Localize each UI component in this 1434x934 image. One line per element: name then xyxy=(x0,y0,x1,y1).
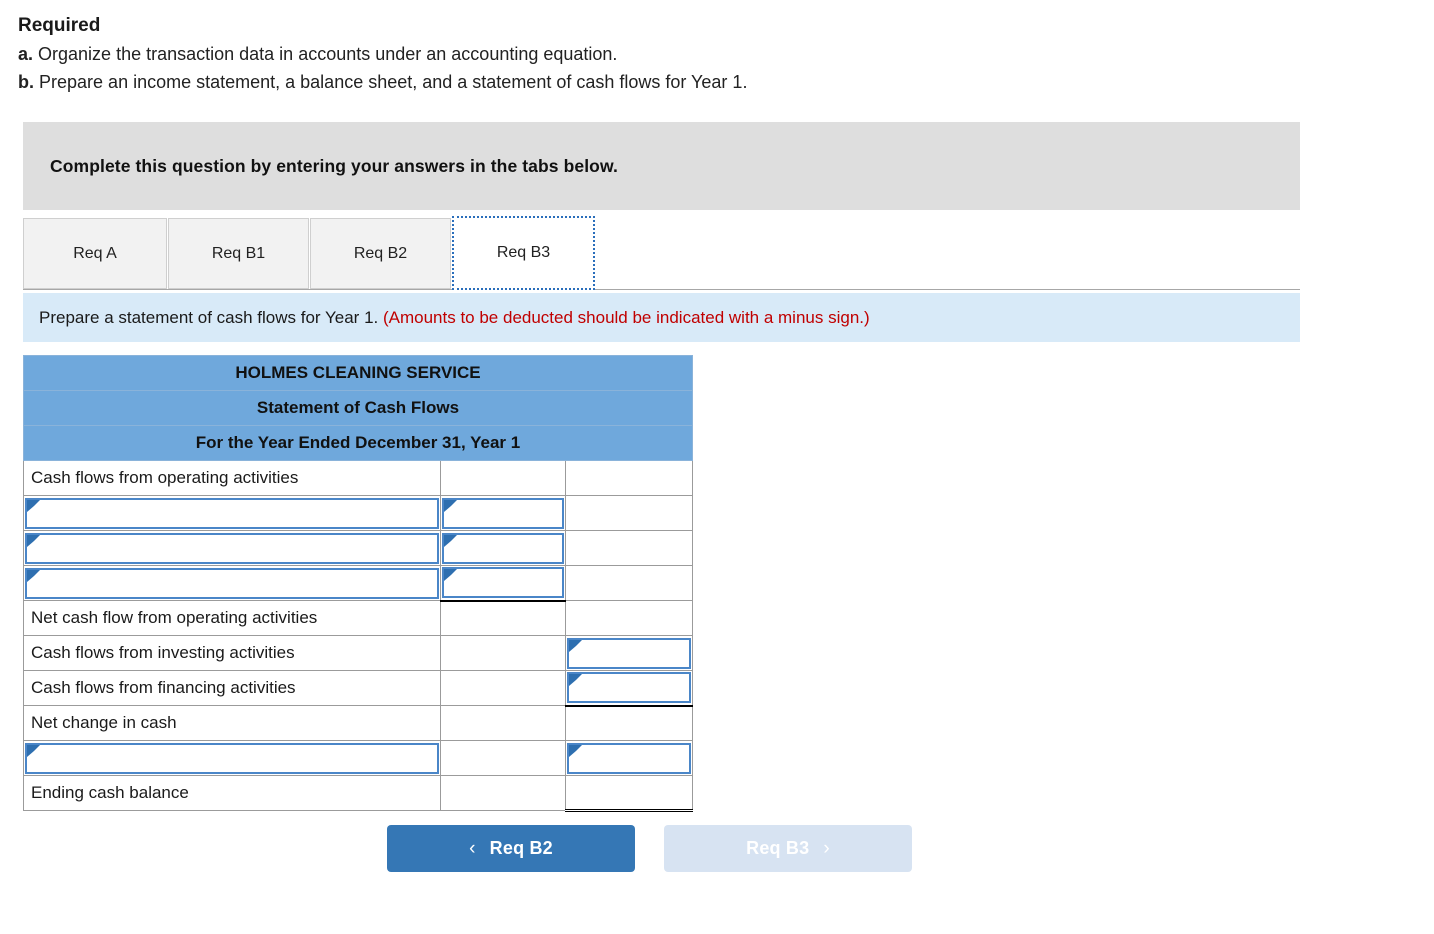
amount-col1-input-3[interactable] xyxy=(442,532,564,564)
amount-col2-input-6[interactable] xyxy=(567,637,691,669)
amount-col2-cell xyxy=(565,495,693,531)
table-row: Net cash flow from operating activities xyxy=(23,600,693,636)
amount-col2-cell xyxy=(565,705,693,741)
statement-title-1: HOLMES CLEANING SERVICE xyxy=(23,355,693,391)
amount-col1-input-cell xyxy=(440,495,566,531)
amount-col2-cell xyxy=(565,530,693,566)
requirement-tabs: Req A Req B1 Req B2 Req B3 xyxy=(23,216,1300,290)
statement-title-3: For the Year Ended December 31, Year 1 xyxy=(23,425,693,461)
next-requirement-button[interactable]: Req B3 › xyxy=(664,825,912,872)
instruction-bar: Prepare a statement of cash flows for Ye… xyxy=(23,293,1300,342)
amount-col1-input-4[interactable] xyxy=(442,567,564,599)
tab-label: Req B2 xyxy=(353,244,408,262)
tab-req-b3[interactable]: Req B3 xyxy=(452,216,595,290)
table-row: Ending cash balance xyxy=(23,775,693,812)
row-label-dropdown-cell xyxy=(23,530,441,566)
tab-req-b1[interactable]: Req B1 xyxy=(168,218,309,289)
required-item-b: b. Prepare an income statement, a balanc… xyxy=(18,68,1434,96)
row-label-select-4[interactable] xyxy=(25,567,439,599)
amount-col1-cell xyxy=(440,705,566,741)
amount-col1-cell xyxy=(440,600,566,636)
required-item-a-text: Organize the transaction data in account… xyxy=(38,44,618,64)
statement-title-2: Statement of Cash Flows xyxy=(23,390,693,426)
required-item-b-marker: b. xyxy=(18,72,34,92)
prev-requirement-button[interactable]: ‹ Req B2 xyxy=(387,825,635,872)
row-label-select-9[interactable] xyxy=(25,742,439,774)
row-label: Net change in cash xyxy=(23,705,441,741)
row-label: Cash flows from investing activities xyxy=(23,635,441,671)
table-row xyxy=(23,495,693,531)
tab-label: Req A xyxy=(73,244,117,262)
table-row: Cash flows from operating activities xyxy=(23,460,693,496)
table-row xyxy=(23,565,693,602)
row-label: Ending cash balance xyxy=(23,775,441,811)
required-item-b-text: Prepare an income statement, a balance s… xyxy=(39,72,748,92)
required-heading: Required xyxy=(18,15,101,36)
amount-col2-input-cell xyxy=(565,670,693,707)
statement-title-row: For the Year Ended December 31, Year 1 xyxy=(23,425,693,461)
amount-col1-cell xyxy=(440,635,566,671)
amount-col1-cell xyxy=(440,775,566,811)
chevron-left-icon: ‹ xyxy=(469,838,476,859)
table-row: Net change in cash xyxy=(23,705,693,741)
instruction-red-note: (Amounts to be deducted should be indica… xyxy=(382,307,870,327)
tab-label: Req B1 xyxy=(211,244,266,262)
tab-req-b2[interactable]: Req B2 xyxy=(310,218,451,289)
instruction-text: Prepare a statement of cash flows for Ye… xyxy=(23,308,870,328)
row-label: Cash flows from financing activities xyxy=(23,670,441,706)
row-label-dropdown-cell xyxy=(23,740,441,776)
statement-title-row: HOLMES CLEANING SERVICE xyxy=(23,355,693,391)
amount-col1-cell xyxy=(440,460,566,496)
navigation-buttons: ‹ Req B2 Req B3 › xyxy=(387,825,912,872)
amount-col2-cell xyxy=(565,600,693,636)
amount-col1-input-cell xyxy=(440,530,566,566)
table-row: Cash flows from financing activities xyxy=(23,670,693,707)
amount-col2-input-7[interactable] xyxy=(567,672,691,704)
statement-title-row: Statement of Cash Flows xyxy=(23,390,693,426)
row-label: Cash flows from operating activities xyxy=(23,460,441,496)
amount-col1-input-2[interactable] xyxy=(442,497,564,529)
amount-col2-input-cell xyxy=(565,635,693,671)
row-label-select-3[interactable] xyxy=(25,532,439,564)
amount-col1-cell xyxy=(440,740,566,776)
table-row: Cash flows from investing activities xyxy=(23,635,693,671)
amount-col1-cell xyxy=(440,670,566,706)
amount-col2-input-cell xyxy=(565,740,693,776)
row-label-dropdown-cell xyxy=(23,495,441,531)
amount-col2-cell xyxy=(565,565,693,601)
row-label-select-2[interactable] xyxy=(25,497,439,529)
required-section: Required a. Organize the transaction dat… xyxy=(0,0,1434,96)
tab-label: Req B3 xyxy=(496,244,551,261)
complete-question-banner: Complete this question by entering your … xyxy=(23,122,1300,210)
required-item-a: a. Organize the transaction data in acco… xyxy=(18,40,1434,68)
row-label-dropdown-cell xyxy=(23,565,441,601)
chevron-right-icon: › xyxy=(823,838,830,859)
complete-question-banner-text: Complete this question by entering your … xyxy=(50,155,618,176)
row-label: Net cash flow from operating activities xyxy=(23,600,441,636)
amount-col2-input-9[interactable] xyxy=(567,742,691,774)
prev-requirement-label: Req B2 xyxy=(489,838,553,858)
tab-req-a[interactable]: Req A xyxy=(23,218,167,289)
required-item-a-marker: a. xyxy=(18,44,34,64)
table-row xyxy=(23,530,693,566)
amount-col1-input-cell xyxy=(440,565,566,602)
table-row xyxy=(23,740,693,776)
amount-col2-cell xyxy=(565,460,693,496)
statement-of-cash-flows-table: HOLMES CLEANING SERVICE Statement of Cash… xyxy=(23,355,693,812)
next-requirement-label: Req B3 xyxy=(746,838,810,858)
amount-col2-cell xyxy=(565,775,693,812)
instruction-black-text: Prepare a statement of cash flows for Ye… xyxy=(39,307,379,327)
